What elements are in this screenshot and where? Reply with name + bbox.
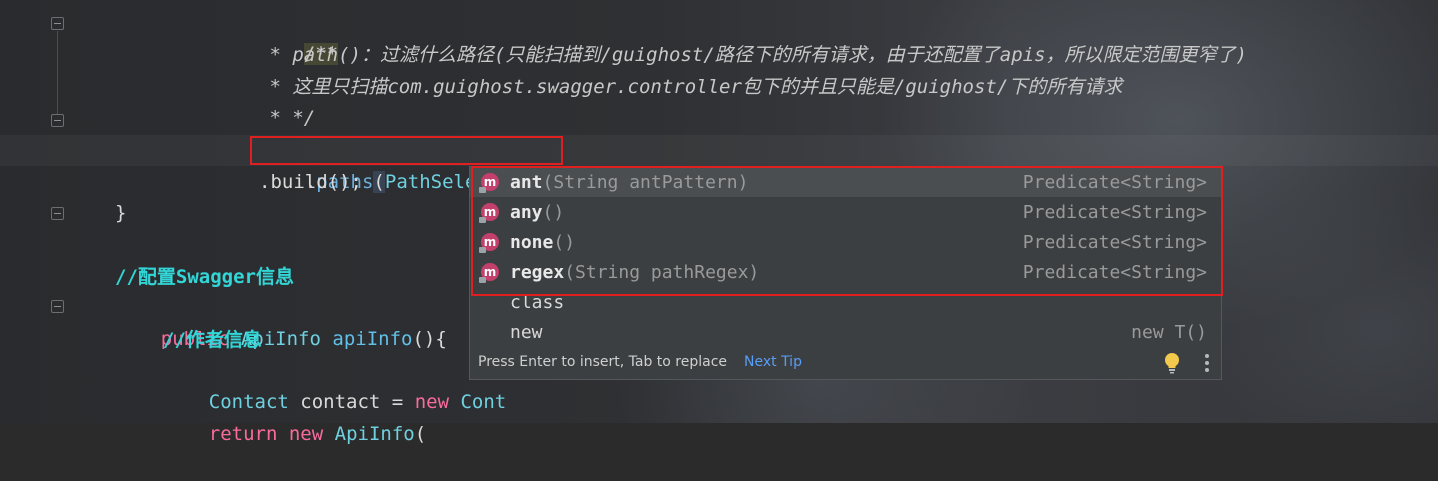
method-token: apiInfo <box>332 328 413 350</box>
highlight-box-completions <box>471 166 1223 296</box>
next-tip-link[interactable]: Next Tip <box>744 354 802 370</box>
completion-type: new T() <box>1131 321 1207 343</box>
paren-token: (){ <box>412 328 447 350</box>
doc-comment-line: * path()：过滤什么路径(只能扫描到/guighost/路径下的所有请求，… <box>258 44 1247 66</box>
more-options-icon[interactable] <box>1203 353 1211 373</box>
fold-toggle-icon[interactable] <box>51 114 64 127</box>
code-line: /** <box>258 8 339 65</box>
completion-name: new <box>510 321 543 343</box>
doc-comment-line: * */ <box>258 107 316 129</box>
fold-toggle-icon[interactable] <box>51 17 64 30</box>
code-line: } <box>115 202 127 224</box>
highlight-box-paths <box>250 136 563 165</box>
code-line: public ApiInfo apiInfo(){ <box>115 293 447 350</box>
editor-gutter <box>0 0 100 423</box>
fold-toggle-icon[interactable] <box>51 300 64 313</box>
paren-token: ( <box>373 171 385 193</box>
code-line: .build(); <box>259 171 362 193</box>
current-line-highlight <box>0 135 1438 166</box>
paren-token: ( <box>414 423 427 445</box>
lightbulb-icon[interactable] <box>1163 352 1181 374</box>
line-comment: //配置Swagger信息 <box>115 266 294 288</box>
fold-guide <box>57 31 58 115</box>
keyword-token: new <box>288 423 324 445</box>
completion-item-new[interactable]: new new T() <box>470 317 1221 347</box>
code-line: Contact contact = new Cont <box>163 356 506 413</box>
keyword-token: return <box>208 423 278 445</box>
class-token: ApiInfo <box>334 423 415 445</box>
completion-hint: Press Enter to insert, Tab to replace <box>478 354 728 370</box>
completion-footer: Press Enter to insert, Tab to replace Ne… <box>470 346 1221 379</box>
code-line: return new ApiInfo( <box>163 388 426 445</box>
fold-toggle-icon[interactable] <box>51 207 64 220</box>
line-comment: //作者信息 <box>163 329 262 351</box>
doc-comment-line: * 这里只扫描com.guighost.swagger.controller包下… <box>258 76 1123 98</box>
class-token: Cont <box>460 391 507 413</box>
